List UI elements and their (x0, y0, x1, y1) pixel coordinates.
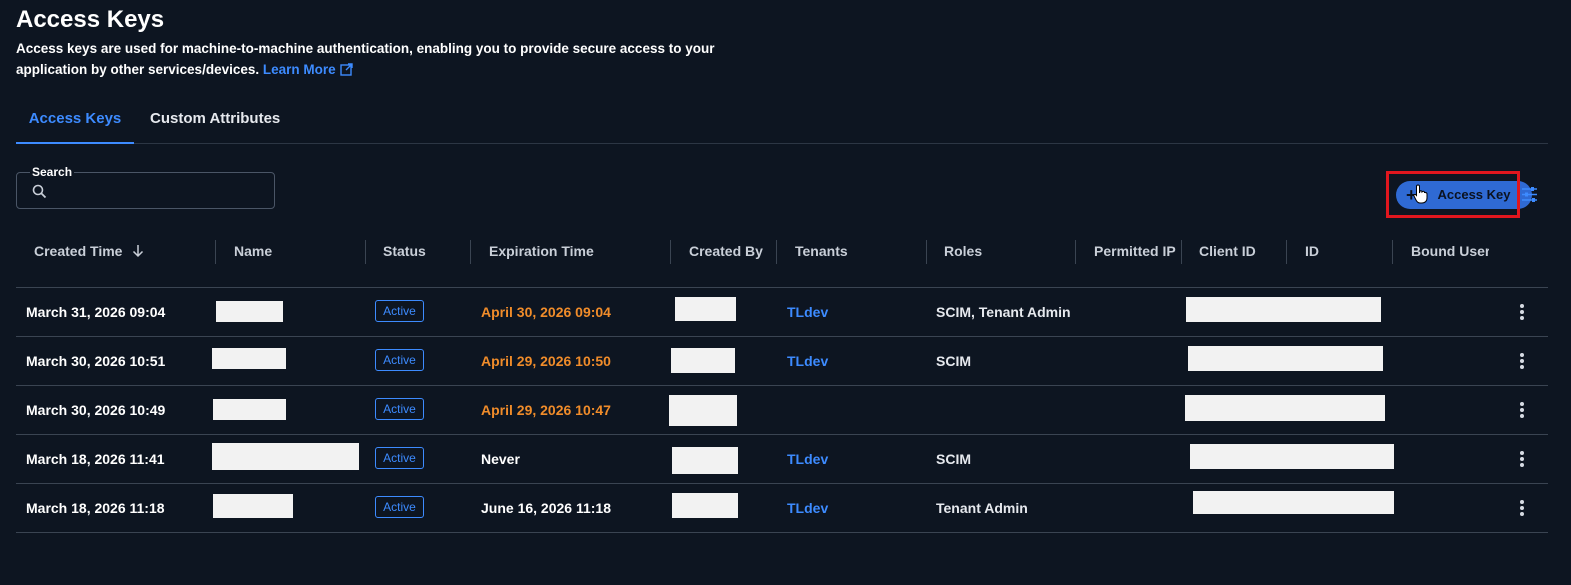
table-row[interactable]: March 18, 2026 11:41 Active Never TLdev … (16, 435, 1548, 484)
column-label: Created Time (34, 243, 123, 259)
redacted-created-by (672, 493, 738, 518)
status-badge: Active (375, 398, 424, 420)
row-actions-menu-icon[interactable] (1514, 302, 1530, 322)
redacted-created-by (669, 395, 737, 426)
table-settings-icon[interactable] (1521, 186, 1538, 203)
row-actions-menu-icon[interactable] (1514, 400, 1530, 420)
status-badge: Active (375, 349, 424, 371)
search-label: Search (30, 165, 75, 179)
column-header-permitted-ip[interactable]: Permitted IP (1094, 243, 1176, 259)
column-divider[interactable] (776, 240, 777, 264)
created-time-cell: March 30, 2026 10:51 (26, 353, 166, 369)
created-time-cell: March 18, 2026 11:41 (26, 451, 165, 467)
expiration-time-cell: June 16, 2026 11:18 (481, 500, 611, 516)
redacted-client-id (1185, 395, 1385, 421)
expiration-time-cell: April 29, 2026 10:47 (481, 402, 611, 418)
redacted-name (212, 348, 286, 369)
hand-cursor-icon (1413, 184, 1428, 204)
redacted-created-by (671, 348, 735, 373)
page-title: Access Keys (16, 6, 165, 33)
learn-more-label: Learn More (262, 62, 336, 77)
created-time-cell: March 31, 2026 09:04 (26, 304, 166, 320)
column-header-bound-user[interactable]: Bound User N (1411, 243, 1489, 259)
redacted-name (216, 301, 283, 322)
column-header-created-time[interactable]: Created Time (34, 243, 144, 259)
redacted-client-id (1193, 491, 1394, 514)
column-divider[interactable] (1392, 240, 1393, 264)
column-divider[interactable] (1075, 240, 1076, 264)
tab-bar: Access Keys Custom Attributes (16, 100, 1548, 144)
tab-access-keys[interactable]: Access Keys (16, 100, 134, 144)
column-divider[interactable] (926, 240, 927, 264)
column-header-tenants[interactable]: Tenants (795, 243, 848, 259)
roles-cell: Tenant Admin (936, 500, 1028, 516)
column-header-client-id[interactable]: Client ID (1199, 243, 1256, 259)
redacted-created-by (675, 297, 736, 321)
highlight-box (1386, 171, 1520, 218)
table-row[interactable]: March 30, 2026 10:49 Active April 29, 20… (16, 386, 1548, 435)
status-badge: Active (375, 447, 424, 469)
column-header-status[interactable]: Status (383, 243, 426, 259)
tenant-link[interactable]: TLdev (787, 337, 828, 385)
expiration-time-cell: April 29, 2026 10:50 (481, 353, 611, 369)
tenant-link[interactable]: TLdev (787, 484, 828, 532)
tab-custom-attributes[interactable]: Custom Attributes (150, 100, 280, 142)
column-divider[interactable] (470, 240, 471, 264)
created-time-cell: March 30, 2026 10:49 (26, 402, 166, 418)
description-text: Access keys are used for machine-to-mach… (16, 41, 715, 77)
table-row[interactable]: March 30, 2026 10:51 Active April 29, 20… (16, 337, 1548, 386)
search-input[interactable] (57, 181, 271, 203)
external-link-icon (339, 63, 353, 76)
status-badge: Active (375, 300, 424, 322)
redacted-client-id (1186, 297, 1381, 322)
row-actions-menu-icon[interactable] (1514, 449, 1530, 469)
table-row[interactable]: March 31, 2026 09:04 Active April 30, 20… (16, 288, 1548, 337)
redacted-created-by (672, 447, 738, 474)
row-actions-menu-icon[interactable] (1514, 498, 1530, 518)
column-header-roles[interactable]: Roles (944, 243, 982, 259)
status-badge: Active (375, 496, 424, 518)
expiration-time-cell: Never (481, 451, 520, 467)
redacted-client-id (1190, 444, 1394, 469)
redacted-name (212, 443, 359, 470)
expiration-time-cell: April 30, 2026 09:04 (481, 304, 611, 320)
column-divider[interactable] (1181, 240, 1182, 264)
tenant-link[interactable]: TLdev (787, 435, 828, 483)
column-header-name[interactable]: Name (234, 243, 272, 259)
created-time-cell: March 18, 2026 11:18 (26, 500, 165, 516)
redacted-client-id (1188, 346, 1383, 371)
page-description: Access keys are used for machine-to-mach… (16, 38, 776, 80)
redacted-name (213, 399, 286, 420)
column-divider[interactable] (670, 240, 671, 264)
column-header-expiration-time[interactable]: Expiration Time (489, 243, 594, 259)
table-row[interactable]: March 18, 2026 11:18 Active June 16, 202… (16, 484, 1548, 533)
roles-cell: SCIM, Tenant Admin (936, 304, 1071, 320)
column-divider[interactable] (1286, 240, 1287, 264)
column-header-id[interactable]: ID (1305, 243, 1319, 259)
learn-more-link[interactable]: Learn More (263, 62, 353, 77)
tenant-link[interactable]: TLdev (787, 288, 828, 336)
column-divider[interactable] (215, 240, 216, 264)
roles-cell: SCIM (936, 353, 971, 369)
search-icon (32, 184, 47, 199)
column-header-created-by[interactable]: Created By (689, 243, 763, 259)
sort-arrow-down-icon (133, 245, 144, 258)
column-divider[interactable] (365, 240, 366, 264)
redacted-name (213, 494, 293, 518)
roles-cell: SCIM (936, 451, 971, 467)
row-actions-menu-icon[interactable] (1514, 351, 1530, 371)
